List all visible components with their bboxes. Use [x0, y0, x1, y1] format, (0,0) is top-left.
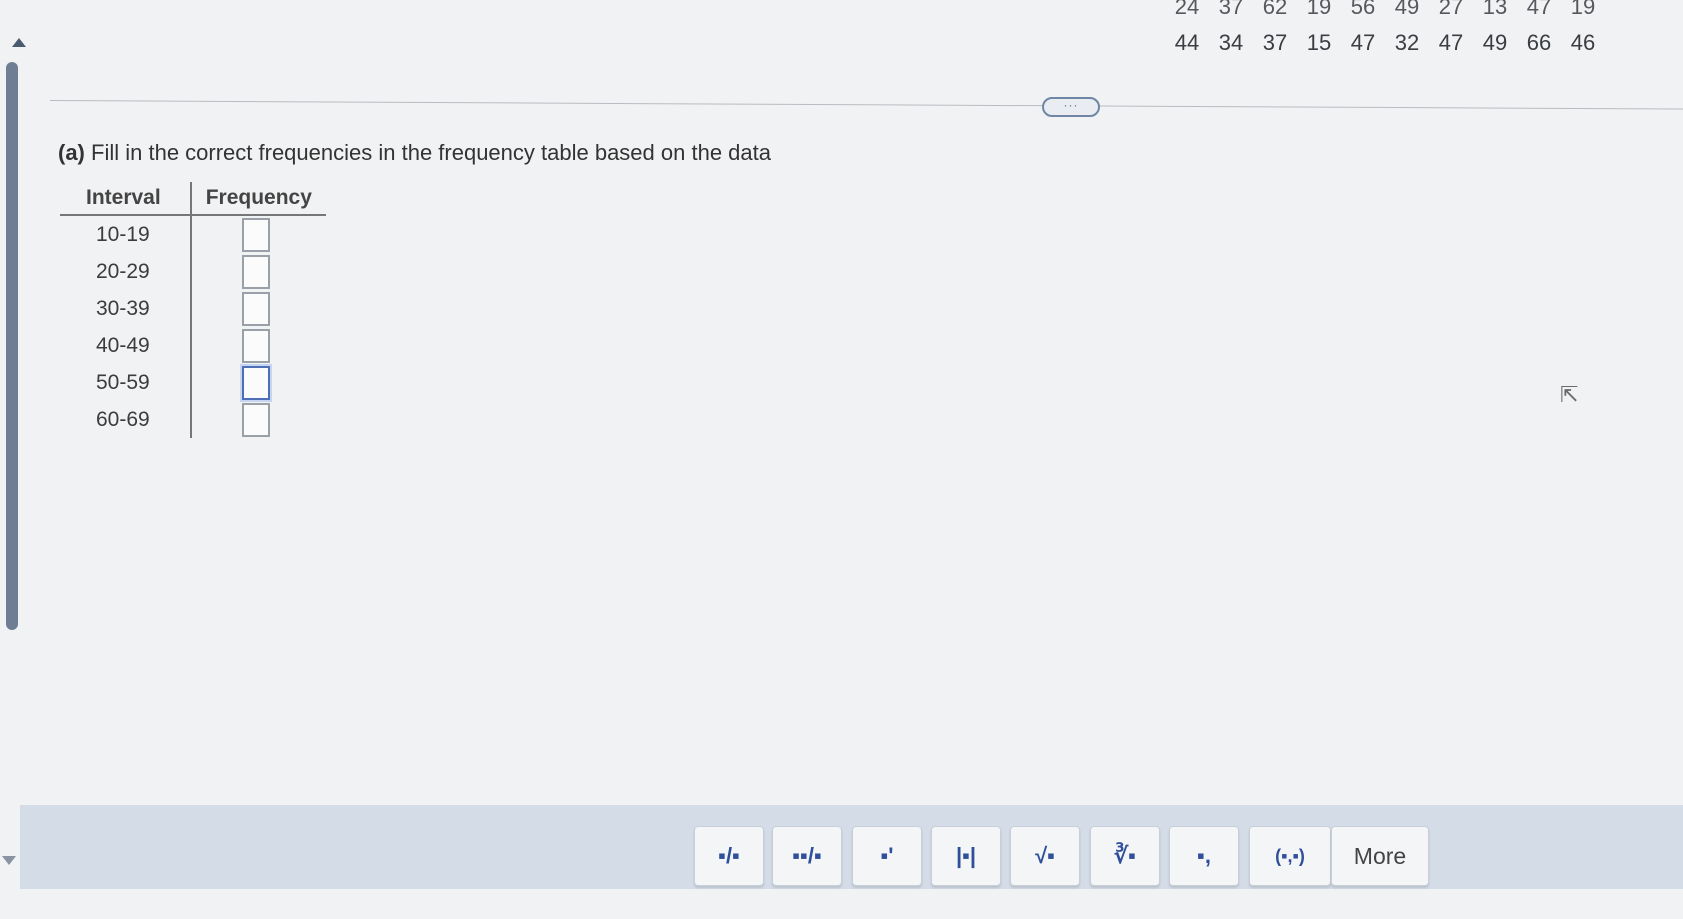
scroll-down-arrow-icon[interactable] — [2, 856, 16, 865]
interval-cell: 10-19 — [96, 222, 150, 246]
data-value: 32 — [1394, 30, 1420, 55]
absolute-value-icon[interactable]: |▪| — [931, 826, 1001, 886]
data-value: 44 — [1174, 30, 1200, 55]
frequency-input[interactable] — [241, 291, 270, 326]
interval-cell: 30-39 — [96, 296, 150, 320]
data-value: 47 — [1526, 0, 1552, 19]
frequency-table: Interval Frequency 10-19 20-29 30-39 40-… — [60, 182, 326, 438]
data-value: 49 — [1482, 30, 1508, 55]
interval-cell: 20-29 — [96, 259, 150, 283]
interval-cell: 60-69 — [96, 407, 150, 431]
interval-cell: 50-59 — [96, 370, 150, 394]
data-value: 19 — [1570, 0, 1596, 19]
section-divider — [49, 100, 1683, 110]
data-value: 15 — [1306, 30, 1332, 55]
mixed-number-icon[interactable]: ▪▪/▪ — [772, 826, 842, 886]
more-button[interactable]: More — [1331, 826, 1429, 886]
data-value: 13 — [1482, 0, 1508, 19]
table-row: 10-19 — [60, 215, 326, 253]
data-value: 24 — [1174, 0, 1200, 19]
ordered-pair-icon[interactable]: (▪,▪) — [1249, 826, 1331, 886]
data-value: 37 — [1262, 30, 1288, 55]
data-values-row-2: 44 34 37 15 47 32 47 49 66 46 — [1165, 30, 1605, 56]
data-value: 19 — [1306, 0, 1332, 19]
data-value: 37 — [1218, 0, 1244, 19]
data-value: 34 — [1218, 30, 1244, 55]
table-row: 60-69 — [60, 401, 326, 438]
data-value: 47 — [1350, 30, 1376, 55]
question-instruction: Fill in the correct frequencies in the f… — [91, 140, 771, 165]
superscript-icon[interactable]: ▪' — [852, 826, 922, 886]
frequency-input-active[interactable] — [241, 365, 270, 400]
data-value: 62 — [1262, 0, 1288, 19]
nth-root-icon[interactable]: ∛▪ — [1090, 826, 1160, 886]
table-row: 20-29 — [60, 253, 326, 290]
frequency-input[interactable] — [241, 254, 270, 289]
frequency-input[interactable] — [241, 328, 270, 363]
scroll-up-arrow-icon[interactable] — [12, 38, 26, 47]
fraction-icon[interactable]: ▪/▪ — [694, 826, 764, 886]
question-text: (a) Fill in the correct frequencies in t… — [58, 140, 771, 166]
frequency-input[interactable] — [241, 402, 270, 437]
question-part-label: (a) — [58, 140, 85, 165]
data-value: 49 — [1394, 0, 1420, 19]
data-value: 27 — [1438, 0, 1464, 19]
data-value: 47 — [1438, 30, 1464, 55]
table-row: 40-49 — [60, 327, 326, 364]
data-value: 56 — [1350, 0, 1376, 19]
frequency-header: Frequency — [189, 182, 326, 216]
interval-cell: 40-49 — [96, 333, 150, 357]
table-row: 30-39 — [60, 290, 326, 327]
scrollbar-thumb[interactable] — [6, 62, 18, 630]
data-value: 46 — [1570, 30, 1596, 55]
data-values-row-1: 24 37 62 19 56 49 27 13 47 19 — [1165, 0, 1605, 20]
data-value: 66 — [1526, 30, 1552, 55]
subscript-icon[interactable]: ▪, — [1169, 826, 1239, 886]
interval-header: Interval — [60, 182, 191, 216]
table-row: 50-59 — [60, 364, 326, 401]
frequency-input[interactable] — [241, 217, 270, 252]
square-root-icon[interactable]: √▪ — [1010, 826, 1080, 886]
mouse-cursor-icon: ⇱ — [1560, 382, 1579, 407]
expand-button[interactable]: ··· — [1042, 97, 1100, 117]
